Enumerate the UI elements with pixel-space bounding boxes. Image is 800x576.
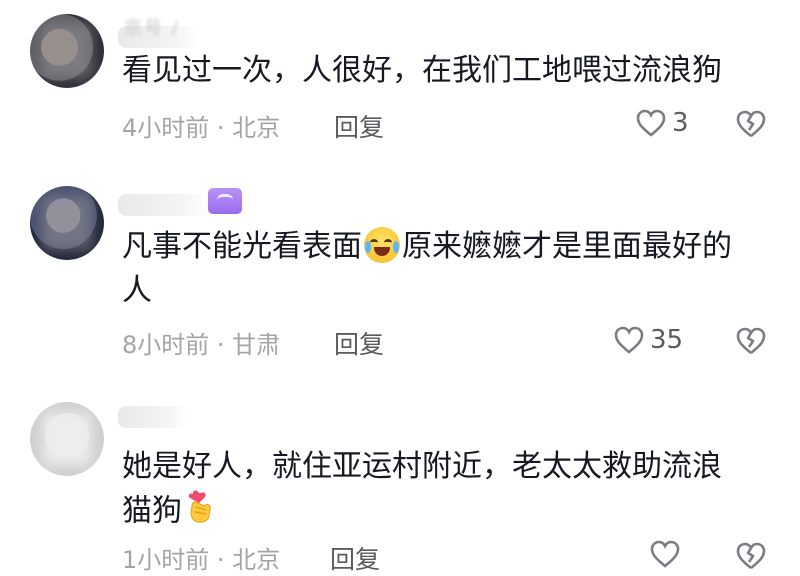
heart-outline-icon [614, 326, 644, 354]
time-location: 1小时前 · 北京 [122, 546, 281, 574]
heart-outline-icon [636, 109, 666, 137]
username-blurred[interactable] [118, 406, 188, 428]
finger-heart-emoji [184, 488, 216, 536]
comment-text-part: 凡事不能光看表面 [122, 229, 362, 264]
heart-outline-icon [650, 540, 680, 568]
username-blurred[interactable] [118, 194, 208, 216]
comment-text-part: 猫狗 [122, 493, 182, 529]
like-button[interactable]: 3 [636, 108, 689, 138]
avatar[interactable] [30, 14, 104, 88]
comment-text-line: 她是好人，就住亚运村附近，老太太救助流浪 [122, 449, 722, 484]
avatar[interactable] [30, 402, 104, 476]
broken-heart-icon[interactable] [736, 327, 766, 355]
user-badge [208, 188, 242, 214]
comment-text-part: 原来嬷嬷才是里面最好的 [402, 229, 732, 264]
broken-heart-icon[interactable] [736, 542, 766, 570]
like-button[interactable] [650, 540, 686, 568]
time-location: 8小时前 · 甘肃 [122, 331, 281, 359]
like-button[interactable]: 35 [614, 325, 683, 355]
username-text: 京号 / [124, 18, 180, 39]
tears-of-joy-emoji [364, 226, 400, 263]
broken-heart-icon[interactable] [736, 110, 766, 138]
comment-text: 看见过一次，人很好，在我们工地喂过流浪狗 [122, 53, 722, 88]
time-location: 4小时前 · 北京 [122, 114, 281, 142]
comment-text: 凡事不能光看表面 原来嬷嬷才是里面最好的 [122, 226, 732, 268]
avatar[interactable] [30, 186, 104, 260]
comment-text: 猫狗 [122, 488, 218, 536]
comment-item: 凡事不能光看表面 原来嬷嬷才是里面最好的 人 8小时前 · 甘肃 回复 35 [0, 180, 800, 380]
comment-text-line: 人 [122, 273, 152, 308]
reply-button[interactable]: 回复 [330, 540, 380, 576]
reply-button[interactable]: 回复 [334, 108, 384, 144]
like-count: 3 [672, 108, 689, 138]
comment-item: 她是好人，就住亚运村附近，老太太救助流浪 猫狗 1小时前 · 北京 回复 [0, 390, 800, 574]
comment-item: 京号 / 看见过一次，人很好，在我们工地喂过流浪狗 4小时前 · 北京 回复 3 [0, 0, 800, 160]
reply-button[interactable]: 回复 [334, 325, 384, 361]
like-count: 35 [650, 325, 684, 355]
